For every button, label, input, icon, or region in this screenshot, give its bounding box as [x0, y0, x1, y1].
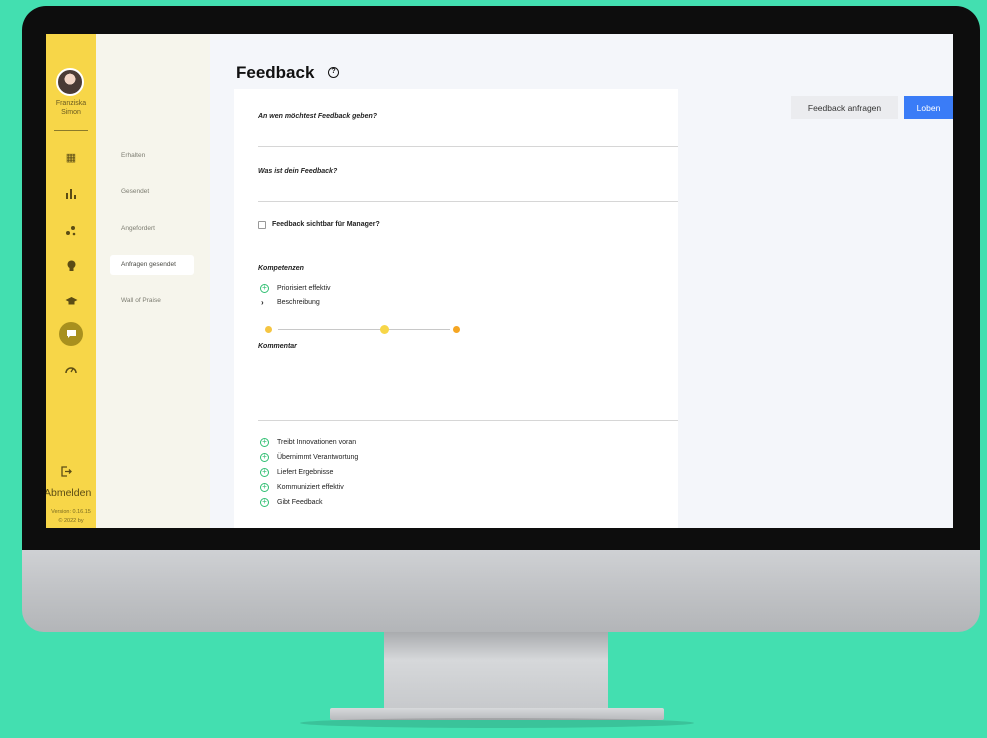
network-icon[interactable] — [59, 218, 83, 242]
happy-emoji-icon — [453, 326, 460, 333]
user-last-name: Simon — [61, 109, 81, 116]
feedback-question: Was ist dein Feedback? — [258, 168, 338, 175]
dashboard-icon[interactable]: ▦ — [59, 145, 83, 169]
competency-item[interactable]: Gibt Feedback — [277, 499, 323, 506]
speedometer-icon[interactable] — [59, 357, 83, 381]
page-title: Feedback — [236, 63, 315, 82]
add-competency-icon[interactable]: + — [260, 468, 269, 477]
sidebar: Franziska Simon ▦ Abmelden Version: 0.16… — [46, 34, 96, 528]
monitor-chin — [22, 550, 980, 632]
sidebar-divider — [54, 130, 88, 131]
copyright: © 2022 by — [58, 518, 84, 524]
subnav-item-sent[interactable]: Gesendet — [110, 182, 194, 202]
user-name: Franziska Simon — [46, 99, 96, 117]
request-feedback-button[interactable]: Feedback anfragen — [791, 96, 898, 119]
subnav-item-wall-of-praise[interactable]: Wall of Praise — [110, 291, 194, 311]
logout-icon[interactable] — [61, 466, 72, 480]
feedback-subnav: Erhalten Gesendet Angefordert Anfragen g… — [96, 34, 210, 528]
recipient-input-line[interactable] — [258, 146, 678, 147]
version-info: Version: 0.16.15 © 2022 by — [46, 508, 98, 526]
comment-label: Kommentar — [258, 343, 297, 350]
version-number: Version: 0.16.15 — [51, 509, 91, 515]
competency-item[interactable]: Übernimmt Verantwortung — [277, 454, 358, 461]
praise-button[interactable]: Loben — [904, 96, 953, 119]
add-competency-icon[interactable]: + — [260, 483, 269, 492]
chat-icon[interactable] — [59, 322, 83, 346]
add-competency-icon[interactable]: + — [260, 284, 269, 293]
help-icon[interactable]: ? — [328, 67, 339, 78]
competency-item[interactable]: Kommuniziert effektiv — [277, 484, 344, 491]
add-competency-icon[interactable]: + — [260, 498, 269, 507]
feedback-form: An wen möchtest Feedback geben? Was ist … — [234, 89, 678, 528]
add-competency-icon[interactable]: + — [260, 438, 269, 447]
monitor-stand — [384, 632, 608, 712]
competency-priorisiert: Priorisiert effektiv — [277, 285, 331, 292]
feedback-input-line[interactable] — [258, 201, 678, 202]
description-toggle[interactable]: Beschreibung — [277, 299, 320, 306]
user-first-name: Franziska — [55, 100, 87, 107]
comment-input-line[interactable] — [258, 420, 678, 421]
logout-button[interactable]: Abmelden — [46, 487, 91, 499]
subnav-item-requested[interactable]: Angefordert — [110, 219, 194, 239]
competency-item[interactable]: Liefert Ergebnisse — [277, 469, 333, 476]
sad-emoji-icon — [265, 326, 272, 333]
lightbulb-icon[interactable] — [59, 254, 83, 278]
manager-visible-label: Feedback sichtbar für Manager? — [272, 221, 380, 228]
competency-item[interactable]: Treibt Innovationen voran — [277, 439, 356, 446]
stand-shadow — [300, 718, 694, 728]
competencies-heading: Kompetenzen — [258, 265, 304, 272]
slider-thumb[interactable] — [380, 325, 389, 334]
recipient-question: An wen möchtest Feedback geben? — [258, 113, 378, 120]
manager-visible-checkbox[interactable] — [258, 221, 266, 229]
app-screen: Franziska Simon ▦ Abmelden Version: 0.16… — [46, 34, 953, 528]
avatar[interactable] — [56, 68, 84, 96]
chevron-right-icon[interactable]: › — [261, 298, 264, 307]
graduation-cap-icon[interactable] — [59, 289, 83, 313]
subnav-item-received[interactable]: Erhalten — [110, 146, 194, 166]
rating-slider[interactable] — [278, 329, 450, 330]
add-competency-icon[interactable]: + — [260, 453, 269, 462]
subnav-item-requests-sent[interactable]: Anfragen gesendet — [110, 255, 194, 275]
bar-chart-icon[interactable] — [59, 181, 83, 205]
